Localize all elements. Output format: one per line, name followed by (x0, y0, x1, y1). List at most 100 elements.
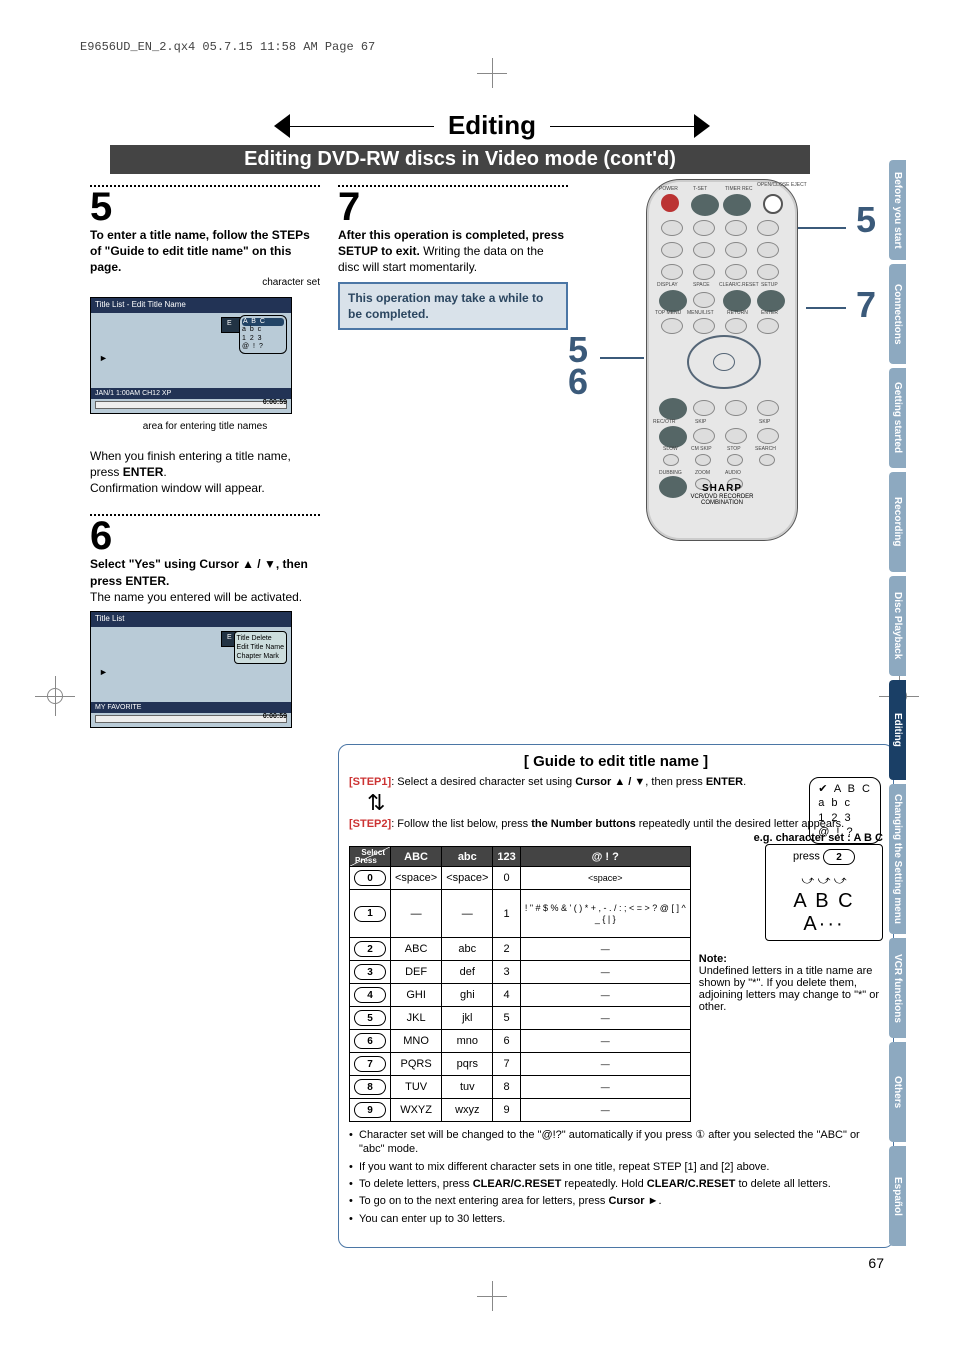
section-tab[interactable]: Español (889, 1146, 906, 1246)
td: 9 (493, 1099, 520, 1122)
number-key-icon: 2 (354, 941, 386, 957)
num-button[interactable] (661, 220, 683, 236)
step-6-text: The name you entered will be activated. (90, 590, 302, 604)
osd-timecode: 0:00:59 (263, 712, 287, 721)
td: wxyz (442, 1099, 493, 1122)
section-tab[interactable]: Others (889, 1042, 906, 1142)
skip-fwd-button[interactable] (757, 400, 779, 416)
section-tab[interactable]: Recording (889, 472, 906, 572)
td: 3 (493, 961, 520, 984)
recmon-button[interactable] (659, 398, 687, 420)
remote-subtitle: VCR/DVD RECORDER COMBINATION (685, 494, 760, 506)
table-row: 4GHIghi4— (350, 984, 691, 1007)
number-key-icon: 5 (354, 1010, 386, 1026)
char-table: Select Press ABC abc 123 @ ! ? 0<space><… (349, 846, 691, 1122)
td: 3 (350, 961, 391, 984)
guide-box: [ Guide to edit title name ] [STEP1]: Se… (338, 744, 894, 1248)
return-button[interactable] (725, 318, 747, 334)
num-button[interactable] (757, 264, 779, 280)
section-tab[interactable]: Before you start (889, 160, 906, 260)
section-tab[interactable]: Changing the Setting menu (889, 784, 906, 934)
play-icon: ► (99, 352, 108, 364)
charset-row: A B C (242, 318, 284, 326)
cursor-pad[interactable] (687, 335, 761, 389)
display-button[interactable] (659, 290, 687, 312)
td: jkl (442, 1007, 493, 1030)
num-button[interactable] (693, 220, 715, 236)
dubbing-button[interactable] (659, 476, 687, 498)
enter-button[interactable] (757, 318, 779, 334)
td: 9 (350, 1099, 391, 1122)
menulist-button[interactable] (693, 318, 715, 334)
num-button[interactable] (661, 242, 683, 258)
note-body: Undefined letters in a title name are sh… (699, 965, 879, 1013)
tset-button[interactable] (691, 194, 719, 216)
td: ghi (442, 984, 493, 1007)
section-header: Editing (90, 110, 894, 141)
timer-rec-button[interactable] (723, 194, 751, 216)
number-key-icon: 6 (354, 1033, 386, 1049)
cmskip-button[interactable] (695, 454, 711, 466)
section-tab[interactable]: Editing (889, 680, 906, 780)
charset-selector: A B C a b c 1 2 3 @ ! ? (239, 315, 287, 355)
table-row: 2ABCabc2— (350, 938, 691, 961)
stop-button[interactable] (727, 454, 743, 466)
pause-button[interactable] (725, 428, 747, 444)
section-tab[interactable]: Getting started (889, 368, 906, 468)
td: 1 (350, 890, 391, 938)
td: — (520, 961, 690, 984)
btn-label: STOP (727, 446, 741, 452)
charset-row: 1 2 3 (818, 811, 872, 825)
td: tuv (442, 1076, 493, 1099)
num-button[interactable] (725, 264, 747, 280)
ok-button[interactable] (713, 353, 735, 371)
search-button[interactable] (759, 454, 775, 466)
step-5-number: 5 (90, 187, 320, 227)
btn-label: REC/OTR (653, 419, 676, 425)
remote-brand: SHARP (702, 483, 742, 494)
section-title: Editing (448, 110, 536, 141)
lead-line (600, 357, 644, 359)
setup-button[interactable] (757, 290, 785, 312)
recotr-button[interactable] (659, 426, 687, 448)
btn-label: TIMER REC (725, 186, 753, 192)
num-button[interactable] (693, 242, 715, 258)
td: <space> (442, 867, 493, 890)
section-tab[interactable]: Connections (889, 264, 906, 364)
slow-button[interactable] (663, 454, 679, 466)
td: — (520, 1076, 690, 1099)
eject-button[interactable] (763, 194, 783, 214)
td: GHI (391, 984, 442, 1007)
num-button[interactable] (693, 264, 715, 280)
remote-body: POWER T-SET TIMER REC OPEN/CLOSE EJECT (646, 179, 798, 541)
skip-back-button[interactable] (693, 400, 715, 416)
btn-label: CLEAR/C.RESET (719, 282, 759, 288)
callout-5-6: 56 (568, 334, 588, 399)
num-button[interactable] (757, 220, 779, 236)
lead-line (806, 307, 846, 309)
table-row: 6MNOmno6— (350, 1030, 691, 1053)
power-button[interactable] (661, 194, 679, 212)
num-button[interactable] (725, 242, 747, 258)
btn-label: SLOW (663, 446, 678, 452)
skip-button[interactable] (757, 428, 779, 444)
btn-label: SKIP (759, 419, 770, 425)
section-tab[interactable]: VCR functions (889, 938, 906, 1038)
th: abc (442, 847, 493, 867)
section-tab[interactable]: Disc Playback (889, 576, 906, 676)
topmenu-button[interactable] (661, 318, 683, 334)
osd-info-line: JAN/1 1:00AM CH12 XP (91, 388, 291, 399)
num-button[interactable] (725, 220, 747, 236)
td: 5 (493, 1007, 520, 1030)
td: — (520, 984, 690, 1007)
space-button[interactable] (693, 292, 715, 308)
clear-button[interactable] (723, 290, 751, 312)
pause-button[interactable] (725, 400, 747, 416)
table-row: 9WXYZwxyz9— (350, 1099, 691, 1122)
td: — (520, 938, 690, 961)
num-button[interactable] (757, 242, 779, 258)
btn-label: MENU/LIST (687, 310, 714, 316)
step-6-instruction: Select "Yes" using Cursor ▲ / ▼, then pr… (90, 557, 308, 587)
num-button[interactable] (661, 264, 683, 280)
skip-button[interactable] (693, 428, 715, 444)
